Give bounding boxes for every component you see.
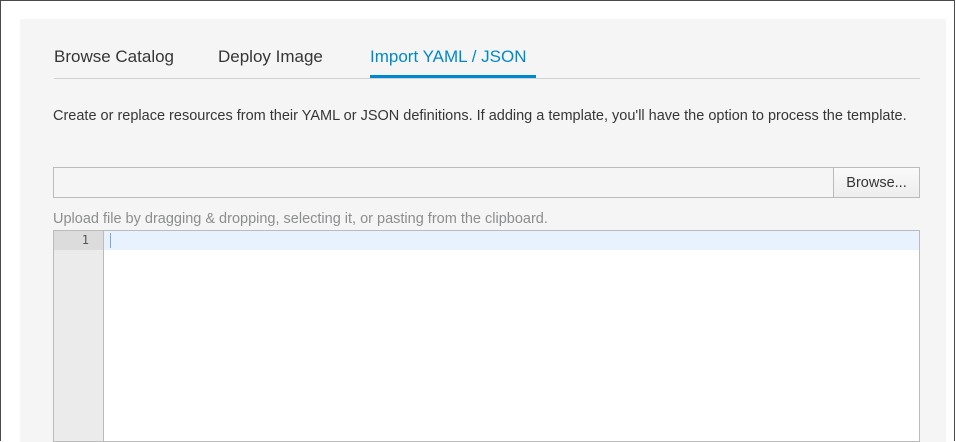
line-number: 1 [81, 233, 89, 247]
browse-button[interactable]: Browse... [833, 167, 920, 198]
import-panel: Browse Catalog Deploy Image Import YAML … [20, 19, 946, 442]
import-description: Create or replace resources from their Y… [53, 108, 907, 124]
tab-browse-catalog[interactable]: Browse Catalog [54, 47, 174, 67]
upload-hint: Upload file by dragging & dropping, sele… [53, 211, 548, 227]
code-editor[interactable]: 1 [53, 230, 920, 442]
file-upload-row: Browse... [53, 167, 920, 198]
tab-bar: Browse Catalog Deploy Image Import YAML … [54, 41, 920, 79]
tab-import-yaml-json[interactable]: Import YAML / JSON [370, 47, 527, 67]
file-path-input[interactable] [53, 167, 833, 198]
editor-gutter: 1 [54, 231, 104, 441]
editor-text-area[interactable] [104, 231, 919, 441]
active-tab-indicator [370, 75, 536, 78]
window-frame: Browse Catalog Deploy Image Import YAML … [0, 0, 955, 442]
active-line-highlight [104, 231, 919, 250]
text-cursor [110, 233, 111, 248]
gutter-active-line [54, 231, 103, 250]
tab-deploy-image[interactable]: Deploy Image [218, 47, 323, 67]
